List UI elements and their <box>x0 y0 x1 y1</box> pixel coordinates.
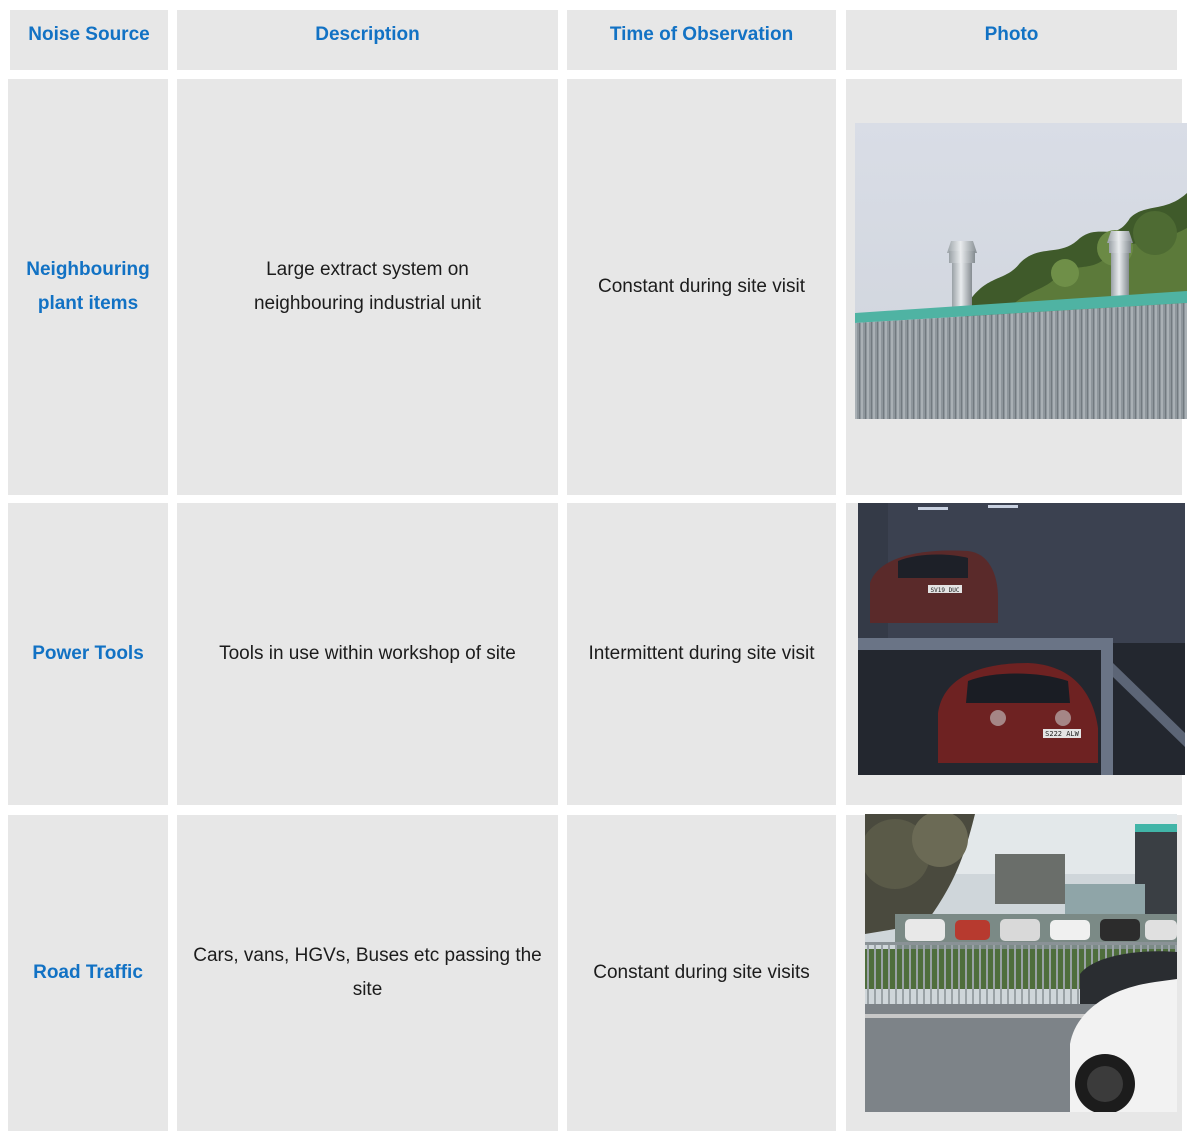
table-row-3-description: Cars, vans, HGVs, Buses etc passing the … <box>177 815 558 1131</box>
time-text: Constant during site visits <box>593 962 810 983</box>
time-text: Constant during site visit <box>598 276 805 297</box>
table-row-3-time: Constant during site visits <box>567 815 836 1131</box>
table-row-2-time: Intermittent during site visit <box>567 503 836 805</box>
table-row-1-source: Neighbouring plant items <box>8 79 168 495</box>
source-label: Power Tools <box>32 643 144 664</box>
header-photo: Photo <box>846 10 1177 70</box>
header-time-of-observation: Time of Observation <box>567 10 836 70</box>
description-text: Cars, vans, HGVs, Buses etc passing the … <box>193 945 542 1000</box>
workshop-cars-photo: SV19 DUC S222 ALW <box>858 503 1185 775</box>
road-traffic-photo <box>865 814 1177 1112</box>
time-text: Intermittent during site visit <box>588 643 815 664</box>
rooftop-extract-photo <box>855 123 1187 419</box>
plate-upper: SV19 DUC <box>931 587 960 594</box>
description-text: Large extract system on neighbouring ind… <box>253 259 482 314</box>
header-description: Description <box>177 10 558 70</box>
source-label: Road Traffic <box>33 962 143 983</box>
plate-lower: S222 ALW <box>1045 730 1080 738</box>
table-row-2-source: Power Tools <box>8 503 168 805</box>
table-row-3-source: Road Traffic <box>8 815 168 1131</box>
header-noise-source: Noise Source <box>10 10 168 70</box>
table-row-1-description: Large extract system on neighbouring ind… <box>177 79 558 495</box>
table-row-2-description: Tools in use within workshop of site <box>177 503 558 805</box>
table-row-1-time: Constant during site visit <box>567 79 836 495</box>
source-label: Neighbouring plant items <box>26 259 150 314</box>
description-text: Tools in use within workshop of site <box>219 643 516 664</box>
